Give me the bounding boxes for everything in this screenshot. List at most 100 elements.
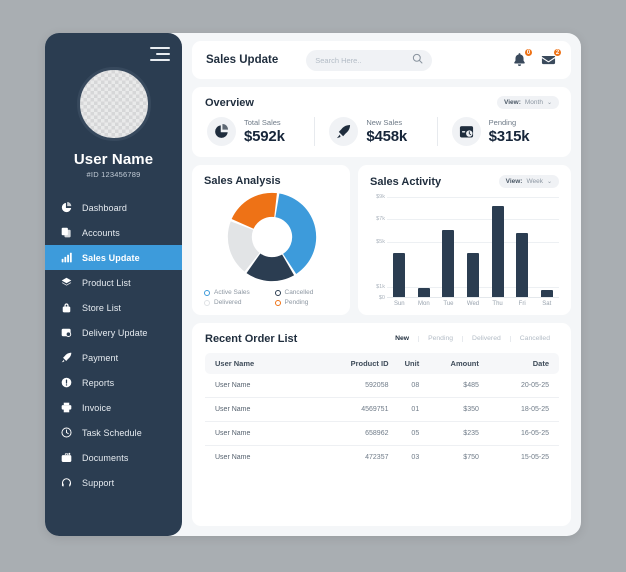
y-tick-label: $5k [376, 238, 385, 245]
table-cell: User Name [205, 374, 309, 398]
bar-chart: $0 $1k $5k $7k $9k [370, 194, 559, 301]
bar[interactable] [491, 205, 504, 297]
bar[interactable] [467, 252, 480, 297]
table-cell: 20-05-25 [478, 374, 559, 398]
sidebar-item-label: Product List [82, 277, 131, 288]
legend-item-pending: Pending [274, 299, 340, 306]
sidebar-item-delivery-update[interactable]: Delivery Update [45, 320, 182, 345]
bar[interactable] [393, 252, 406, 297]
sidebar-menu: Dashboard Accounts Sales Update Product … [45, 195, 182, 495]
bar-column [387, 197, 412, 297]
sidebar-item-documents[interactable]: Documents [45, 445, 182, 470]
table-cell: User Name [215, 454, 251, 461]
tab-cancelled[interactable]: Cancelled [509, 335, 559, 343]
mail-badge: 2 [553, 48, 562, 57]
recent-order-list-card: Recent Order List New Pending Delivered … [192, 323, 571, 526]
table-cell: 592058 [308, 374, 389, 398]
table-row[interactable]: User Name 592058 08 $485 20-05-25 [205, 374, 559, 398]
sidebar-item-label: Support [82, 477, 115, 488]
x-axis: Sun Mon Tue Wed Thu Fri Sat [387, 301, 559, 307]
legend-label: Cancelled [284, 289, 314, 296]
table-cell: $485 [419, 374, 479, 398]
delivery-box-icon [59, 325, 74, 340]
sidebar-item-accounts[interactable]: Accounts [45, 220, 182, 245]
sales-analysis-card: Sales Analysis Active Sales Cancelled De… [192, 165, 350, 315]
bell-icon[interactable]: 0 [512, 48, 533, 68]
bar[interactable] [417, 288, 430, 297]
overview-header: Overview View: Month ⌄ [205, 96, 559, 109]
bar[interactable] [516, 232, 529, 297]
table-cell: 16-05-25 [478, 421, 559, 446]
overview-view-dropdown[interactable]: View: Month ⌄ [497, 96, 559, 109]
bell-badge: 0 [524, 48, 533, 57]
sidebar-item-invoice[interactable]: Invoice [45, 395, 182, 420]
y-tick-label: $7k [376, 216, 385, 223]
x-tick-label: Thu [492, 301, 503, 307]
table-cell: 658962 [308, 421, 389, 446]
legend-dot-icon [204, 289, 210, 296]
lock-icon [59, 300, 74, 315]
stat-label: Pending [488, 118, 517, 127]
tab-pending[interactable]: Pending [418, 335, 462, 343]
sidebar-item-task-schedule[interactable]: Task Schedule [45, 420, 182, 445]
avatar[interactable] [76, 67, 151, 141]
table-cell: 03 [411, 454, 420, 461]
table-cell: 15-05-25 [520, 454, 549, 461]
legend-label: Active Sales [214, 289, 250, 296]
hamburger-icon[interactable] [150, 47, 170, 61]
middle-row: Sales Analysis Active Sales Cancelled De… [192, 165, 571, 315]
table-row[interactable]: User Name 4569751 01 $350 18-05-25 [205, 397, 559, 422]
sales-analysis-title: Sales Analysis [204, 175, 281, 187]
calendar-clock-icon [451, 117, 481, 146]
user-name: User Name [73, 151, 154, 168]
x-tick-label: Tue [443, 301, 454, 307]
table-cell: User Name [205, 421, 309, 446]
search-bar[interactable] [306, 49, 433, 71]
search-input[interactable] [315, 55, 413, 65]
copy-icon [59, 225, 74, 240]
pie-chart-icon [207, 117, 236, 146]
y-axis: $0 $1k $5k $7k $9k [370, 194, 387, 301]
sidebar-item-payment[interactable]: Payment [45, 345, 182, 370]
sidebar-item-support[interactable]: Support [45, 470, 182, 495]
legend-item-cancelled: Cancelled [274, 289, 340, 296]
activity-view-dropdown[interactable]: View: Week ⌄ [498, 175, 559, 188]
sales-activity-header: Sales Activity View: Week ⌄ [370, 175, 559, 188]
mail-icon[interactable]: 2 [541, 48, 562, 68]
sidebar-item-dashboard[interactable]: Dashboard [45, 195, 182, 220]
bar-column [461, 197, 486, 297]
donut-chart-svg [227, 192, 316, 282]
sales-activity-title: Sales Activity [370, 175, 442, 188]
tab-delivered[interactable]: Delivered [462, 335, 510, 343]
sidebar-item-store-list[interactable]: Store List [45, 295, 182, 320]
table-row[interactable]: User Name 472357 03 $750 15-05-25 [205, 446, 559, 470]
table-cell: 01 [388, 397, 420, 422]
stat-pending: Pending $315k [436, 117, 559, 146]
chevron-down-icon[interactable]: ⌄ [547, 100, 552, 106]
bar-column [412, 197, 437, 297]
search-icon[interactable] [412, 51, 423, 69]
sidebar-item-reports[interactable]: Reports [45, 370, 182, 395]
sidebar-item-label: Documents [82, 452, 129, 463]
table-cell: 08 [388, 374, 420, 398]
table-row[interactable]: User Name 658962 05 $235 16-05-25 [205, 421, 559, 446]
chevron-down-icon[interactable]: ⌄ [547, 179, 552, 185]
notification-group: 0 2 [512, 48, 562, 68]
bar[interactable] [540, 290, 553, 297]
sidebar-item-sales-update[interactable]: Sales Update [45, 245, 182, 270]
view-value: Month [524, 99, 543, 106]
sidebar-item-label: Delivery Update [82, 327, 148, 338]
sidebar-item-product-list[interactable]: Product List [45, 270, 182, 295]
sidebar: User Name #ID 123456789 Dashboard Accoun… [45, 33, 182, 536]
x-tick-label: Mon [418, 301, 430, 307]
tab-new[interactable]: New [386, 335, 418, 343]
bar-column [436, 197, 461, 297]
bar[interactable] [442, 230, 455, 297]
headset-icon [59, 475, 74, 490]
stat-value: $592k [244, 128, 285, 145]
table-cell: 18-05-25 [478, 397, 559, 422]
sidebar-item-label: Invoice [82, 402, 112, 413]
bar-column [510, 197, 535, 297]
stat-value: $315k [488, 128, 530, 145]
orders-table-head: User Name Product ID Unit Amount Date [205, 353, 559, 374]
